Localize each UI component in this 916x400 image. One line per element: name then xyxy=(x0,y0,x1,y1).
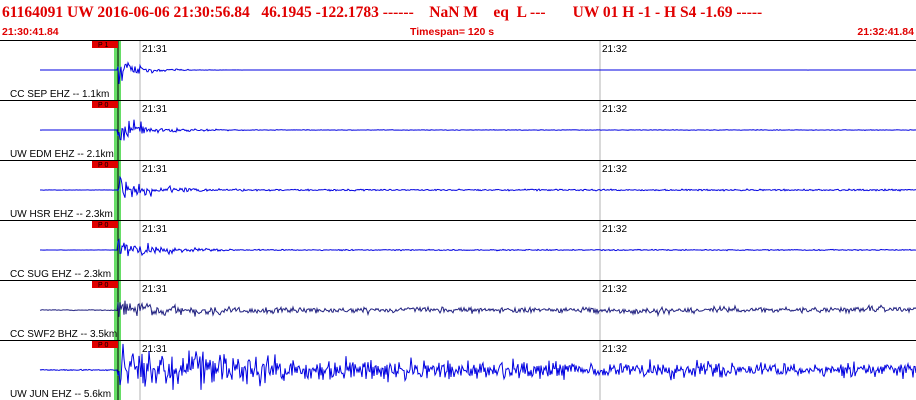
station-label: UW JUN EHZ -- 5.6km xyxy=(10,389,111,400)
pick-label: P 1 xyxy=(98,42,108,49)
trace-row: 21:31 21:32 P 0 UW JUN EHZ -- 5.6km xyxy=(0,340,916,400)
minute-time-label: 21:32 xyxy=(602,164,627,175)
window-start-time: 21:30:41.84 xyxy=(2,26,59,38)
minute-time-label: 21:31 xyxy=(142,284,167,295)
event-summary-line: 61164091 UW 2016-06-06 21:30:56.84 46.19… xyxy=(2,4,762,22)
event-latitude: 46.1945 xyxy=(261,4,312,21)
minute-time-label: 21:32 xyxy=(602,224,627,235)
waveform xyxy=(40,175,916,198)
waveform xyxy=(40,61,916,84)
minute-time-label: 21:31 xyxy=(142,344,167,355)
waveform xyxy=(39,300,916,318)
trace-row: 21:31 21:32 P 0 CC SWF2 BHZ -- 3.5km xyxy=(0,280,916,340)
trace-row: 21:31 21:32 P 1 CC SEP EHZ -- 1.1km xyxy=(0,40,916,100)
event-class: L --- xyxy=(516,4,546,21)
station-label: CC SUG EHZ -- 2.3km xyxy=(10,269,111,280)
window-end-time: 21:32:41.84 xyxy=(857,26,914,38)
timespan-label: Timespan= 120 s xyxy=(410,26,495,38)
station-label: CC SEP EHZ -- 1.1km xyxy=(10,89,109,100)
waveform xyxy=(40,238,916,257)
trace-row: 21:31 21:32 P 0 UW HSR EHZ -- 2.3km xyxy=(0,160,916,220)
minute-time-label: 21:31 xyxy=(142,224,167,235)
event-magnitude: NaN M xyxy=(429,4,478,21)
minute-time-label: 21:32 xyxy=(602,284,627,295)
pick-label: P 0 xyxy=(98,342,108,349)
station-label: UW EDM EHZ -- 2.1km xyxy=(10,149,114,160)
minute-time-label: 21:31 xyxy=(142,164,167,175)
pick-label: P 0 xyxy=(98,222,108,229)
event-quality-tail: UW 01 H -1 - H S4 -1.69 ----- xyxy=(572,4,763,21)
trace-row: 21:31 21:32 P 0 CC SUG EHZ -- 2.3km xyxy=(0,220,916,280)
minute-time-label: 21:31 xyxy=(142,104,167,115)
seismogram-panel: 21:31 21:32P 1CC SEP EHZ -- 1.1km21:31 21:… xyxy=(0,40,916,400)
event-longitude: -122.1783 xyxy=(315,4,379,21)
minute-time-label: 21:31 xyxy=(142,44,167,55)
event-datetime: 2016-06-06 21:30:56.84 xyxy=(97,4,250,21)
waveform xyxy=(39,343,916,390)
waveform xyxy=(39,119,916,141)
event-header: 61164091 UW 2016-06-06 21:30:56.84 46.19… xyxy=(0,0,916,40)
depth-placeholder: ------ xyxy=(382,4,414,21)
minute-time-label: 21:32 xyxy=(602,104,627,115)
event-id: 61164091 xyxy=(2,4,64,21)
minute-time-label: 21:32 xyxy=(602,344,627,355)
pick-label: P 0 xyxy=(98,102,108,109)
trace-row: 21:31 21:32 P 0 UW EDM EHZ -- 2.1km xyxy=(0,100,916,160)
pick-label: P 0 xyxy=(98,282,108,289)
event-type: eq xyxy=(493,4,509,21)
minute-time-label: 21:32 xyxy=(602,44,627,55)
network-code: UW xyxy=(67,4,94,21)
pick-label: P 0 xyxy=(98,162,108,169)
station-label: UW HSR EHZ -- 2.3km xyxy=(10,209,113,220)
station-label: CC SWF2 BHZ -- 3.5km xyxy=(10,329,117,340)
